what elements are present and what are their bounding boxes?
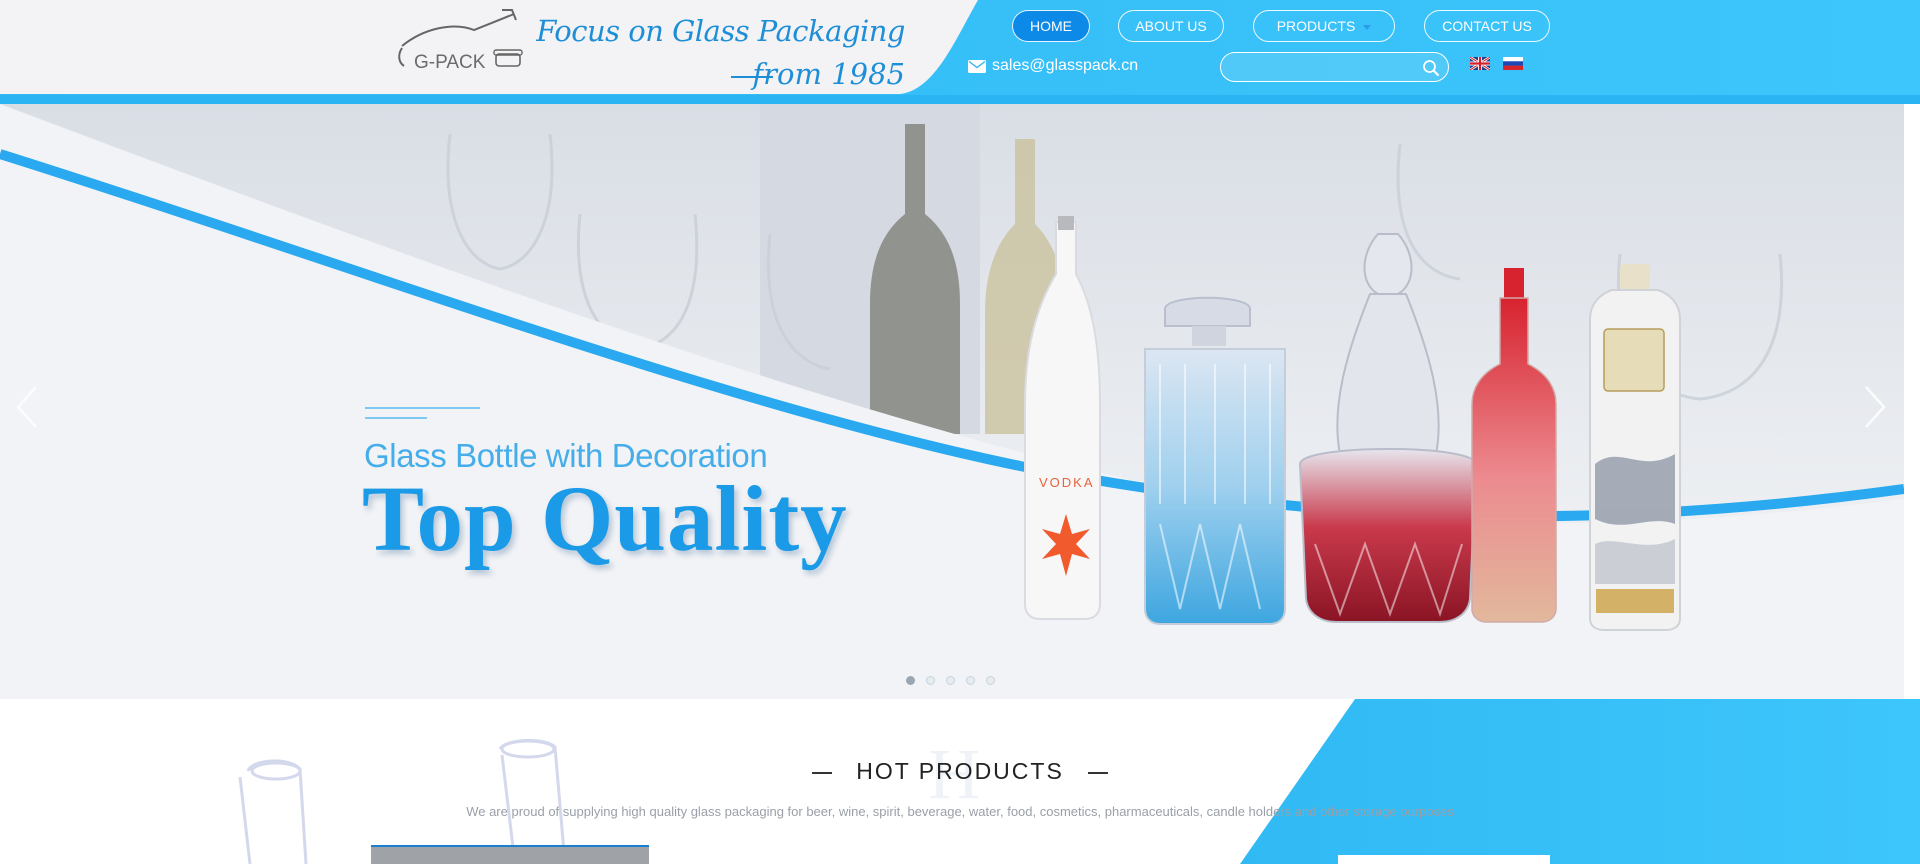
- hero-illustration: VODKA: [0, 104, 1904, 699]
- nav-contact-button[interactable]: CONTACT US: [1424, 10, 1550, 42]
- nav-about-button[interactable]: ABOUT US: [1118, 10, 1224, 42]
- slider-dot-2[interactable]: [926, 676, 935, 685]
- envelope-icon: [968, 59, 986, 73]
- title-dash-right: [1087, 771, 1108, 774]
- site-header: G-PACK Focus on Glass Packaging from 198…: [0, 0, 1920, 104]
- hot-products-title: HOT PRODUCTS: [0, 758, 1920, 785]
- product-card[interactable]: [1338, 855, 1550, 864]
- search-box: [1220, 52, 1449, 82]
- slider-dot-4[interactable]: [966, 676, 975, 685]
- tagline-line-2: from 1985: [752, 57, 905, 91]
- slider-pagination: [906, 676, 995, 685]
- hero-slider: VODKA Glass Bottle with Decoration Top Q…: [0, 104, 1904, 699]
- hero-title: Top Quality: [362, 468, 848, 571]
- slider-dot-3[interactable]: [946, 676, 955, 685]
- hot-products-section: H HOT PRODUCTS We are proud of supplying…: [0, 699, 1920, 864]
- hot-products-description: We are proud of supplying high quality g…: [466, 804, 1454, 819]
- svg-text:VODKA: VODKA: [1039, 475, 1095, 490]
- contact-email[interactable]: sales@glasspack.cn: [968, 57, 1138, 75]
- product-card[interactable]: [371, 845, 649, 864]
- nav-home-button[interactable]: HOME: [1012, 10, 1090, 42]
- search-icon[interactable]: [1422, 59, 1440, 77]
- search-input[interactable]: [1233, 58, 1413, 76]
- email-text: sales@glasspack.cn: [992, 57, 1139, 74]
- slider-prev-arrow-icon[interactable]: [14, 384, 40, 430]
- hero-accent-line: [365, 407, 480, 409]
- slider-dot-5[interactable]: [986, 676, 995, 685]
- slider-next-arrow-icon[interactable]: [1862, 384, 1888, 430]
- uk-flag-icon[interactable]: [1470, 57, 1490, 70]
- nav-products-button[interactable]: PRODUCTS: [1253, 10, 1395, 42]
- main-nav: HOME ABOUT US PRODUCTS CONTACT US: [0, 10, 1920, 42]
- title-dash-left: [812, 771, 833, 774]
- russia-flag-icon[interactable]: [1503, 57, 1523, 70]
- hero-accent-line-short: [365, 417, 427, 419]
- slider-dot-1[interactable]: [906, 676, 915, 685]
- svg-text:G-PACK: G-PACK: [414, 52, 486, 73]
- chevron-down-icon: [1363, 24, 1372, 30]
